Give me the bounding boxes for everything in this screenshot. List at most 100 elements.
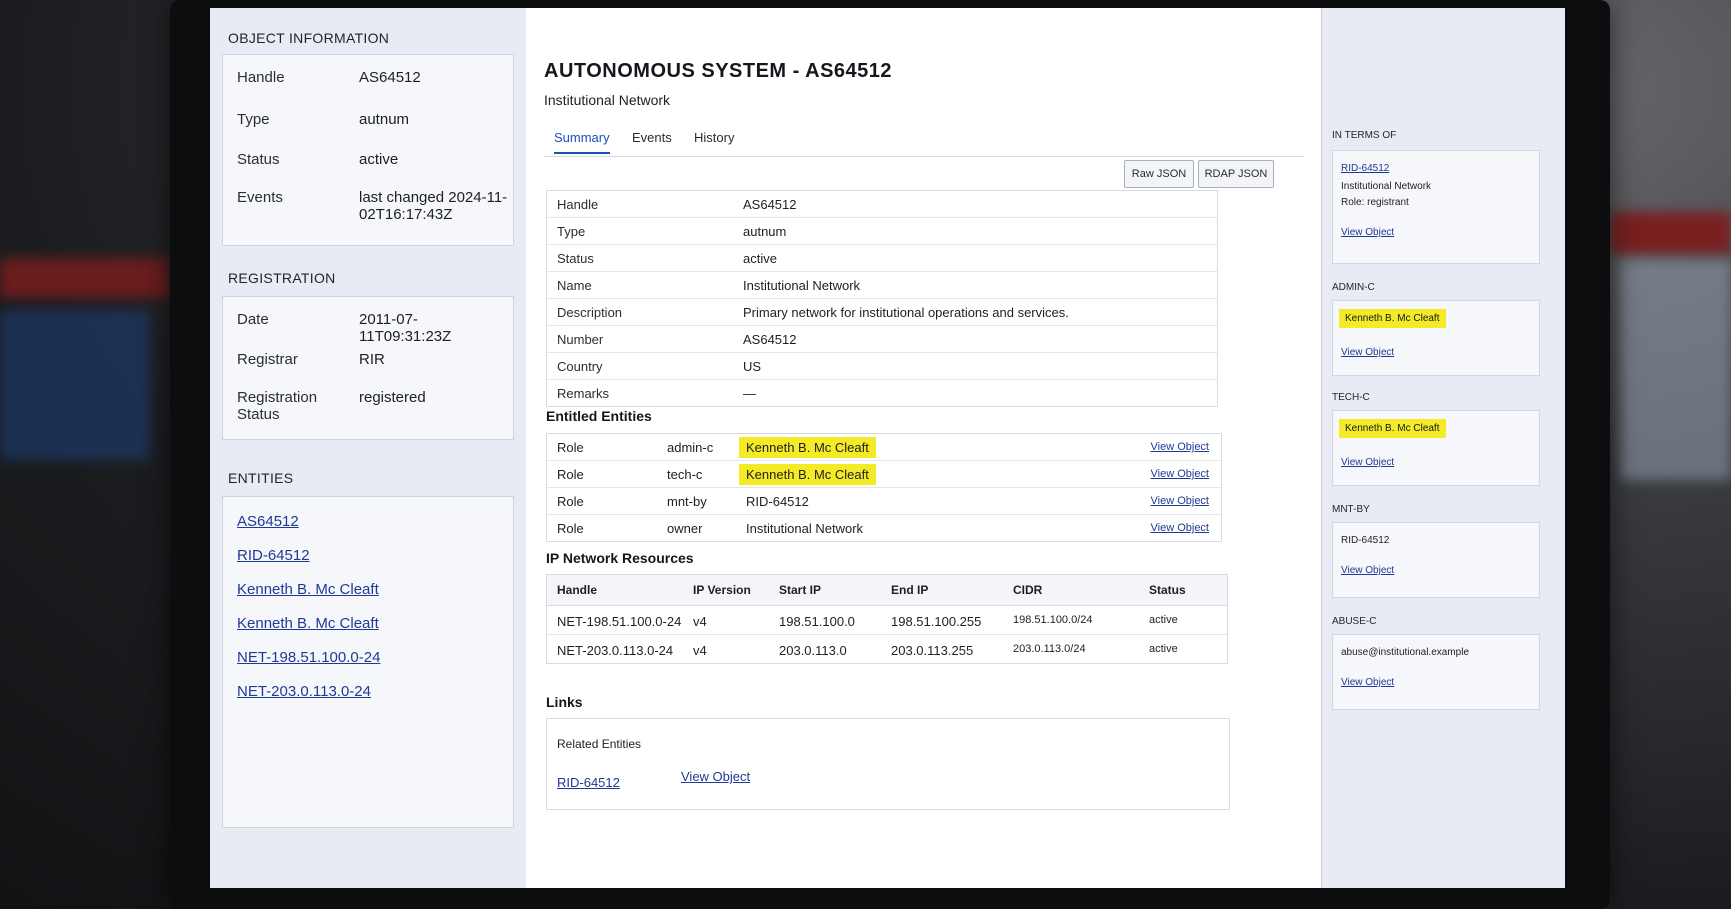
kv-value: RIR <box>359 351 385 368</box>
kv-value: autnum <box>359 111 410 128</box>
entity-link[interactable]: Kenneth B. Mc Cleaft <box>237 615 379 632</box>
view-object-link[interactable]: View Object <box>1151 495 1210 507</box>
tab-bar: Summary Events History <box>544 126 1304 157</box>
right-panel: IN TERMS OF RID-64512 Institutional Netw… <box>1321 8 1565 888</box>
raw-json-button[interactable]: Raw JSON <box>1124 160 1194 188</box>
kv-value: AS64512 <box>359 69 421 86</box>
tech-c-name-highlighted: Kenneth B. Mc Cleaft <box>1339 419 1446 438</box>
role-label: Role <box>557 494 584 509</box>
summary-table: Handle AS64512 Type autnum Status active Na… <box>546 190 1218 407</box>
entity-link[interactable]: Kenneth B. Mc Cleaft <box>237 581 379 598</box>
related-entities-label: Related Entities <box>557 737 642 751</box>
view-object-link[interactable]: View Object <box>1341 347 1394 358</box>
screen: OBJECT INFORMATION Handle AS64512 Type aut… <box>210 8 1565 888</box>
background-red-stripe <box>0 258 170 298</box>
view-object-link[interactable]: View Object <box>1341 565 1394 576</box>
view-object-link[interactable]: View Object <box>1151 441 1210 453</box>
abuse-c-title: ABUSE-C <box>1332 616 1377 627</box>
view-object-link[interactable]: View Object <box>1151 468 1210 480</box>
entitled-row: Role tech-c Kenneth B. Mc Cleaft View Ob… <box>547 461 1221 488</box>
table-row: NET-198.51.100.0-24 v4 198.51.100.0 198.… <box>547 606 1227 635</box>
admin-c-title: ADMIN-C <box>1332 282 1375 293</box>
admin-c-card: Kenneth B. Mc Cleaft View Object <box>1332 300 1540 376</box>
entity-name: Institutional Network <box>746 521 864 536</box>
summary-value: Primary network for institutional operat… <box>743 305 1069 320</box>
background-red-stripe <box>1610 212 1731 254</box>
summary-key: Country <box>557 359 603 374</box>
kv-key: Handle <box>237 69 285 86</box>
ip-cell: v4 <box>693 614 707 629</box>
object-info-box: Handle AS64512 Type autnum Status active Ev… <box>222 54 514 246</box>
view-object-link[interactable]: View Object <box>1341 457 1394 468</box>
kv-key: Status <box>237 151 280 168</box>
ip-resources-title: IP Network Resources <box>546 550 694 566</box>
view-object-link[interactable]: View Object <box>1341 677 1394 688</box>
entitled-row: Role owner Institutional Network View Ob… <box>547 515 1221 541</box>
tab-events[interactable]: Events <box>632 130 672 145</box>
ip-cell: v4 <box>693 643 707 658</box>
registrant-name: Institutional Network <box>1341 181 1432 192</box>
entity-link[interactable]: RID-64512 <box>237 547 310 564</box>
summary-row: Handle AS64512 <box>547 191 1217 218</box>
view-object-link[interactable]: View Object <box>681 769 750 784</box>
view-object-link[interactable]: View Object <box>1151 522 1210 534</box>
tab-summary[interactable]: Summary <box>554 130 610 154</box>
table-row: NET-203.0.113.0-24 v4 203.0.113.0 203.0.… <box>547 635 1227 663</box>
abuse-c-value: abuse@institutional.example <box>1341 647 1470 658</box>
summary-key: Type <box>557 224 586 239</box>
summary-value: — <box>743 386 756 401</box>
registration-title: REGISTRATION <box>228 270 336 286</box>
related-entity-link[interactable]: RID-64512 <box>557 775 620 790</box>
tech-c-card: Kenneth B. Mc Cleaft View Object <box>1332 410 1540 486</box>
entitled-entities-title: Entitled Entities <box>546 408 652 424</box>
column-header: Status <box>1149 583 1186 597</box>
ip-cell: 203.0.113.0 <box>779 643 847 658</box>
mnt-by-value: RID-64512 <box>1341 535 1390 546</box>
registrant-link[interactable]: RID-64512 <box>1341 163 1389 174</box>
ip-table-header: Handle IP Version Start IP End IP CIDR S… <box>547 575 1227 606</box>
kv-value: active <box>359 151 399 168</box>
summary-row: Type autnum <box>547 218 1217 245</box>
in-terms-of-title: IN TERMS OF <box>1332 130 1397 141</box>
entitled-row: Role mnt-by RID-64512 View Object <box>547 488 1221 515</box>
ip-cell: active <box>1149 643 1178 655</box>
background-window <box>1620 260 1731 480</box>
background-screens <box>0 310 150 460</box>
role-name: mnt-by <box>667 494 707 509</box>
admin-c-name-highlighted: Kenneth B. Mc Cleaft <box>1339 309 1446 328</box>
role-label: Role <box>557 440 584 455</box>
summary-key: Number <box>557 332 604 347</box>
ip-cell: NET-203.0.113.0-24 <box>557 643 674 658</box>
entities-title: ENTITIES <box>228 470 294 486</box>
summary-value: AS64512 <box>743 197 797 212</box>
column-header: Start IP <box>779 583 822 597</box>
entitled-row: Role admin-c Kenneth B. Mc Cleaft View O… <box>547 434 1221 461</box>
registration-box: Date 2011-07-11T09:31:23Z Registrar RIR Re… <box>222 296 514 440</box>
role-name: admin-c <box>667 440 714 455</box>
ip-cell: 198.51.100.0/24 <box>1013 614 1093 626</box>
kv-key: Events <box>237 189 283 206</box>
role-label: Role <box>557 521 584 536</box>
entity-link[interactable]: NET-203.0.113.0-24 <box>237 683 371 700</box>
column-header: Handle <box>557 583 598 597</box>
tab-history[interactable]: History <box>694 130 734 145</box>
summary-key: Description <box>557 305 623 320</box>
summary-key: Handle <box>557 197 599 212</box>
role-label: Role <box>557 467 584 482</box>
view-object-link[interactable]: View Object <box>1341 227 1394 238</box>
kv-value: last changed 2024-11-02T16:17:43Z <box>359 189 508 223</box>
entity-name: RID-64512 <box>746 494 809 509</box>
mnt-by-title: MNT-BY <box>1332 504 1370 515</box>
links-title: Links <box>546 694 583 710</box>
registrant-role: Role: registrant <box>1341 197 1409 208</box>
entity-link[interactable]: NET-198.51.100.0-24 <box>237 649 380 666</box>
rdap-json-button[interactable]: RDAP JSON <box>1198 160 1274 188</box>
page-title: AUTONOMOUS SYSTEM - AS64512 <box>544 60 893 82</box>
main-panel: AUTONOMOUS SYSTEM - AS64512 Institutiona… <box>526 8 1321 888</box>
summary-key: Status <box>557 251 594 266</box>
links-box: Related Entities RID-64512 View Object <box>546 718 1230 810</box>
ip-resources-table: Handle IP Version Start IP End IP CIDR S… <box>546 574 1228 664</box>
ip-cell: active <box>1149 614 1178 626</box>
kv-key: Date <box>237 311 269 328</box>
entity-link[interactable]: AS64512 <box>237 513 299 530</box>
